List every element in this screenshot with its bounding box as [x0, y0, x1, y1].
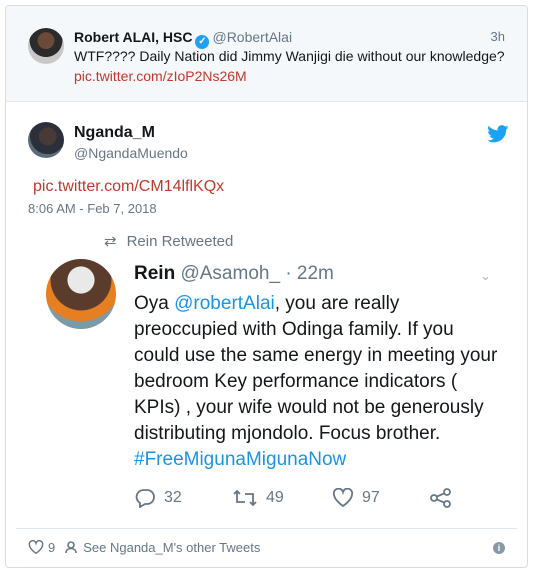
pic-link[interactable]: pic.twitter.com/CM14lflKQx — [33, 178, 224, 196]
other-tweets-link[interactable]: See Nganda_M's other Tweets — [83, 540, 260, 555]
avatar[interactable] — [28, 28, 64, 64]
chevron-down-icon: ⌄ — [480, 268, 491, 283]
pic-link[interactable]: pic.twitter.com/zIoP2Ns26M — [74, 68, 247, 84]
avatar — [46, 259, 116, 329]
like-count[interactable]: 9 — [48, 540, 55, 555]
reply-action: 32 — [134, 488, 182, 508]
author-name[interactable]: Nganda_M — [74, 124, 155, 142]
verified-badge-icon: ✓ — [195, 35, 210, 49]
like-icon — [332, 488, 354, 508]
heart-icon[interactable] — [28, 540, 44, 555]
tweet-embed-card: Robert ALAI, HSC ✓ @RobertAlai 3h WTF???? … — [5, 5, 528, 568]
share-action — [430, 488, 460, 508]
author-handle[interactable]: @NgandaMuendo — [74, 145, 188, 161]
tweet-date[interactable]: 8:06 AM - Feb 7, 2018 — [28, 201, 157, 216]
quoted-tweet[interactable]: Robert ALAI, HSC ✓ @RobertAlai 3h WTF???? … — [6, 6, 527, 102]
retweet-header: Rein @Asamoh_ · 22m — [134, 263, 334, 284]
like-action: 97 — [332, 488, 380, 508]
author-name[interactable]: Robert ALAI, HSC — [74, 29, 192, 45]
tweet-time[interactable]: 3h — [491, 29, 505, 44]
author-handle[interactable]: @RobertAlai — [212, 29, 292, 45]
retweet-icon — [233, 489, 257, 507]
share-icon — [430, 488, 451, 508]
retweet-icon: ⇄ — [104, 233, 117, 250]
info-icon[interactable]: i — [493, 542, 505, 554]
retweet-actions: 32 49 97 — [134, 488, 464, 512]
mention-link: @robertAlai — [174, 293, 275, 314]
twitter-bird-icon[interactable] — [487, 125, 509, 143]
retweet-text: Oya @robertAlai, you are really preoccup… — [134, 293, 498, 470]
reply-icon — [135, 489, 155, 508]
avatar[interactable] — [28, 122, 64, 158]
retweeted-label: ⇄ Rein Retweeted — [104, 233, 234, 250]
divider — [16, 528, 517, 529]
tweet-footer: 9 See Nganda_M's other Tweets — [28, 540, 260, 555]
tweet-text: WTF???? Daily Nation did Jimmy Wanjigi d… — [74, 48, 505, 64]
hashtag-link: #FreeMigunaMigunaNow — [134, 449, 347, 470]
retweet-action: 49 — [232, 488, 284, 508]
person-icon — [65, 541, 78, 554]
